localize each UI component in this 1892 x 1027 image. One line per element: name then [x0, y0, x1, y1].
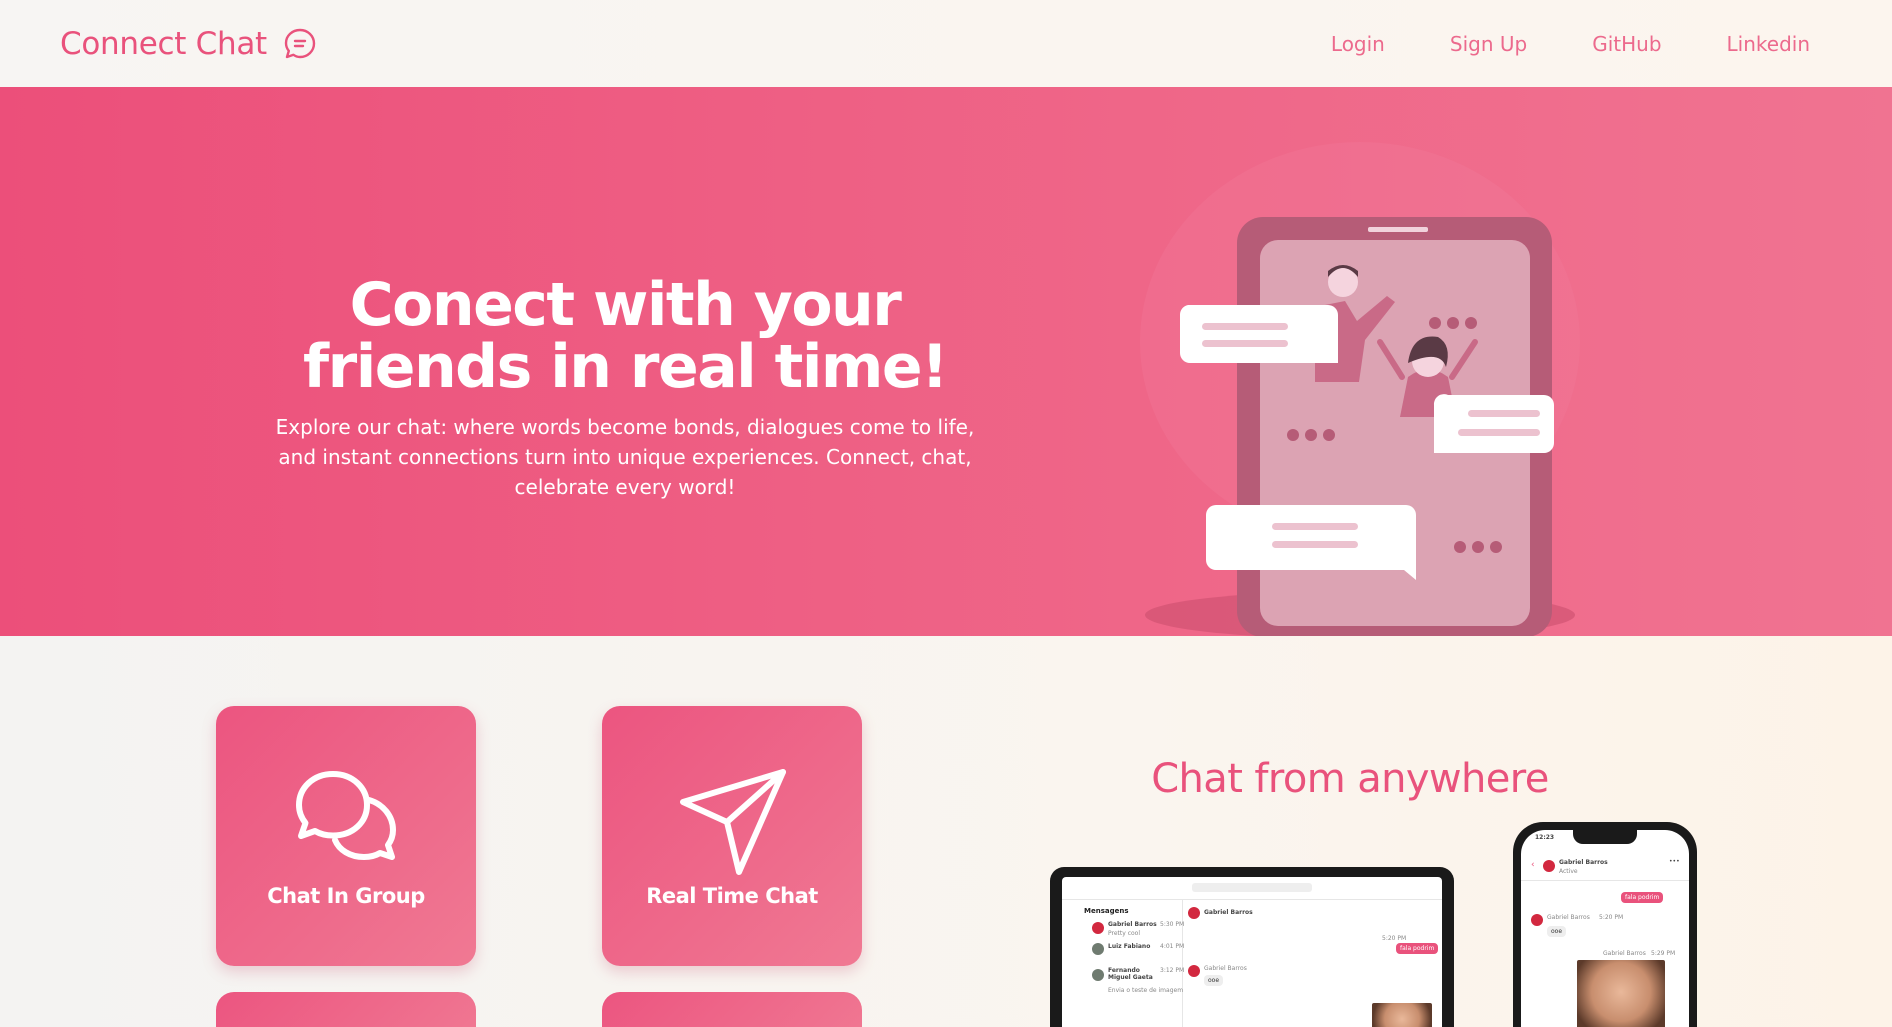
- card-label-real-time-chat: Real Time Chat: [646, 884, 818, 908]
- laptop-mockup: Mensagens Gabriel Barros Pretty cool 5:3…: [1050, 867, 1454, 1027]
- avatar: [1531, 914, 1543, 926]
- avatar: [1188, 907, 1200, 919]
- phone-screen: 12:23 ‹ Gabriel Barros Active ••• fala p…: [1521, 830, 1689, 1027]
- main-nav: Login Sign Up GitHub Linkedin: [1331, 32, 1810, 56]
- brand-logo[interactable]: Connect Chat: [60, 26, 317, 62]
- nav-github[interactable]: GitHub: [1592, 32, 1661, 56]
- card-label-chat-in-group: Chat In Group: [267, 884, 425, 908]
- conversation-preview: Pretty cool: [1108, 930, 1141, 937]
- avatar: [1188, 965, 1200, 977]
- hero-title-line2: friends in real time!: [303, 332, 948, 402]
- avatar: [1092, 943, 1104, 955]
- more-options-icon[interactable]: •••: [1669, 858, 1680, 865]
- paper-plane-icon: [680, 769, 786, 875]
- conversation-preview: Envia o teste de imagem: [1108, 987, 1184, 994]
- card-chat-in-group[interactable]: Chat In Group: [216, 706, 476, 966]
- top-navbar: Connect Chat Login Sign Up GitHub Linked…: [0, 0, 1892, 87]
- nav-linkedin[interactable]: Linkedin: [1727, 32, 1810, 56]
- avatar: [1092, 922, 1104, 934]
- hero-text: Conect with your friends in real time! E…: [240, 274, 1010, 502]
- phone-notch: [1573, 830, 1637, 844]
- card-stub-4[interactable]: [602, 992, 862, 1027]
- browser-toolbar-divider: [1062, 899, 1442, 900]
- hero-description: Explore our chat: where words become bon…: [275, 415, 975, 499]
- card-stub-3[interactable]: [216, 992, 476, 1027]
- laptop-screen: Mensagens Gabriel Barros Pretty cool 5:3…: [1062, 877, 1442, 1027]
- browser-address-bar: [1192, 883, 1312, 892]
- conversation-name[interactable]: Gabriel Barros: [1108, 921, 1157, 928]
- message-from: Gabriel Barros: [1603, 950, 1646, 957]
- chat-bubble-icon: [284, 28, 316, 58]
- anywhere-title: Chat from anywhere: [1151, 756, 1549, 802]
- photo-message: [1372, 1003, 1432, 1027]
- message-bubble-received: ooe: [1547, 926, 1567, 937]
- avatar: [1543, 860, 1555, 872]
- card-real-time-chat[interactable]: Real Time Chat: [602, 706, 862, 966]
- chat-header-name: Gabriel Barros: [1204, 909, 1253, 916]
- conversation-name[interactable]: Luiz Fabiano: [1108, 943, 1150, 950]
- hero-section: Conect with your friends in real time! E…: [0, 87, 1892, 636]
- inbox-divider: [1182, 899, 1183, 1027]
- conversation-name[interactable]: Fernando Miguel Gaeta: [1108, 967, 1158, 981]
- message-from: Gabriel Barros: [1547, 914, 1590, 921]
- message-bubble-sent: fala podrim: [1621, 892, 1664, 903]
- contact-status: Active: [1559, 868, 1578, 875]
- contact-name: Gabriel Barros: [1559, 859, 1608, 866]
- message-bubble-sent: fala podrim: [1396, 943, 1439, 954]
- hero-title-line1: Conect with your: [349, 270, 902, 340]
- status-time: 12:23: [1535, 834, 1555, 841]
- conversation-time: 5:30 PM: [1160, 921, 1185, 928]
- hero-title: Conect with your friends in real time!: [240, 274, 1010, 398]
- chat-bubbles-icon: [296, 771, 396, 860]
- nav-signup[interactable]: Sign Up: [1450, 32, 1527, 56]
- message-bubble-received: ooe: [1204, 975, 1224, 986]
- brand-title: Connect Chat: [60, 25, 267, 62]
- message-time: 5:20 PM: [1382, 935, 1407, 942]
- message-time: 5:20 PM: [1599, 914, 1624, 921]
- phone-mockup: 12:23 ‹ Gabriel Barros Active ••• fala p…: [1513, 822, 1697, 1027]
- message-time: 5:29 PM: [1651, 950, 1676, 957]
- features-section: Chat In Group Real Time Chat Chat from a…: [0, 636, 1892, 1027]
- chat-phone-illustration: [1140, 142, 1580, 636]
- back-chevron-icon[interactable]: ‹: [1531, 860, 1535, 870]
- photo-message: [1577, 960, 1665, 1027]
- message-from: Gabriel Barros: [1204, 965, 1247, 972]
- conversation-time: 3:12 PM: [1160, 967, 1185, 974]
- avatar: [1092, 969, 1104, 981]
- chat-header-divider: [1521, 880, 1689, 881]
- conversation-time: 4:01 PM: [1160, 943, 1185, 950]
- nav-login[interactable]: Login: [1331, 32, 1385, 56]
- inbox-title: Mensagens: [1084, 907, 1129, 915]
